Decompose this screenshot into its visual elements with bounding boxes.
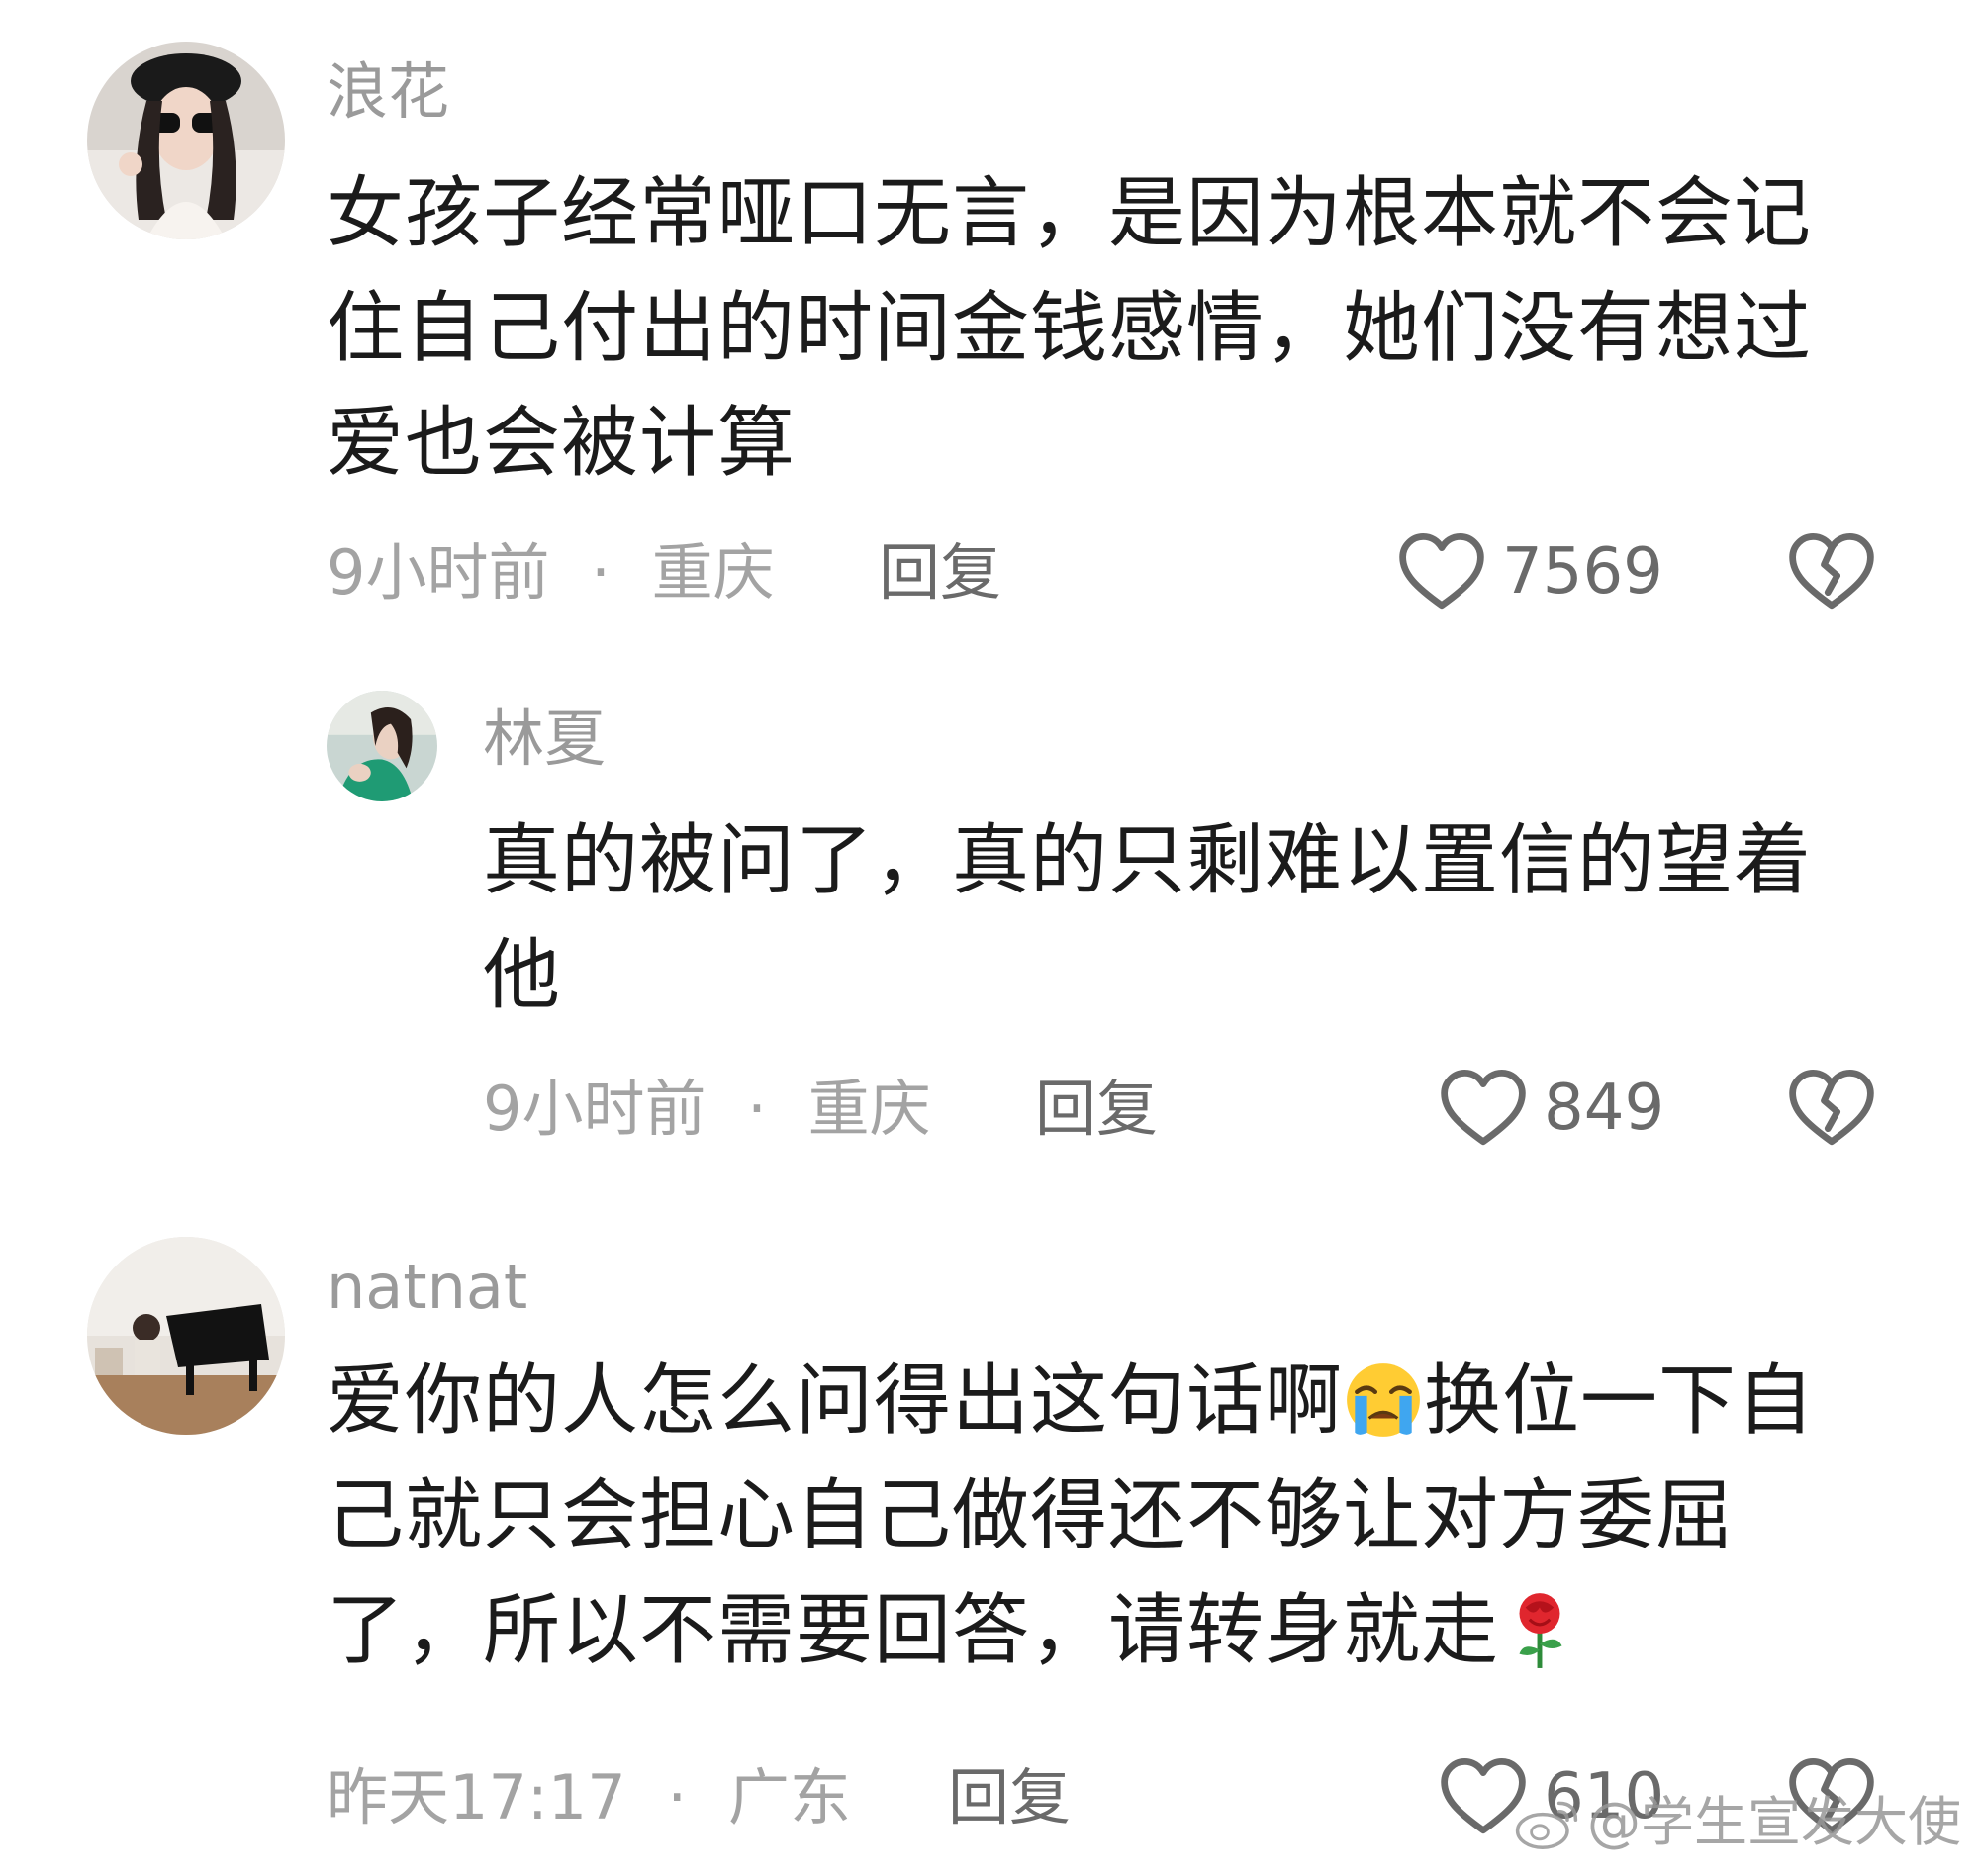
comment-time: 9小时前 xyxy=(327,536,550,609)
avatar[interactable] xyxy=(327,691,437,801)
heart-icon[interactable] xyxy=(1439,1066,1528,1151)
rose-icon xyxy=(1519,1593,1562,1668)
meta-separator: · xyxy=(667,1761,688,1833)
reply-comment-item: 林夏 真的被问了，真的只剩难以置信的望着他 9小时前 · 重庆 回复 849 xyxy=(0,643,1979,1197)
reply-button[interactable]: 回复 xyxy=(1035,1079,1158,1140)
meta-separator: · xyxy=(747,1073,767,1145)
like-count: 7569 xyxy=(1502,535,1663,609)
comment-text-part: 爱你的人怎么问得出这句话啊 xyxy=(327,1357,1344,1446)
avatar[interactable] xyxy=(87,1237,285,1435)
heart-icon[interactable] xyxy=(1397,529,1486,614)
comment-meta: 9小时前 · 重庆 xyxy=(327,542,775,604)
weibo-logo-icon xyxy=(1515,1801,1578,1849)
watermark: @学生宣发大使 xyxy=(1512,1795,1961,1850)
comment-text: 女孩子经常哑口无言，是因为根本就不会记住自己付出的时间金钱感情，她们没有想过爱也… xyxy=(327,169,1813,488)
avatar-image xyxy=(87,42,285,239)
comment-location: 重庆 xyxy=(651,536,775,609)
watermark-text: @学生宣发大使 xyxy=(1587,1791,1961,1853)
username[interactable]: 林夏 xyxy=(483,708,606,770)
comment-item: natnat 爱你的人怎么问得出这句话啊 换位一下自己就只会担心自己做得还不够让… xyxy=(0,1197,1979,1876)
comment-text: 真的被问了，真的只剩难以置信的望着他 xyxy=(483,816,1813,1020)
comment-location: 广东 xyxy=(727,1761,851,1833)
comment-location: 重庆 xyxy=(807,1073,931,1145)
broken-heart-icon[interactable] xyxy=(1787,1066,1876,1151)
comment-time: 9小时前 xyxy=(483,1073,707,1145)
comment-item: 浪花 女孩子经常哑口无言，是因为根本就不会记住自己付出的时间金钱感情，她们没有想… xyxy=(0,0,1979,643)
username[interactable]: natnat xyxy=(327,1257,527,1318)
avatar[interactable] xyxy=(87,42,285,239)
comment-meta: 9小时前 · 重庆 xyxy=(483,1079,931,1140)
avatar-image xyxy=(87,1237,285,1435)
reply-button[interactable]: 回复 xyxy=(879,542,1001,604)
meta-separator: · xyxy=(591,536,611,609)
comment-text: 爱你的人怎么问得出这句话啊 换位一下自己就只会担心自己做得还不够让对方委屈了，所… xyxy=(327,1344,1870,1688)
broken-heart-icon[interactable] xyxy=(1787,529,1876,614)
username[interactable]: 浪花 xyxy=(327,61,449,123)
like-count: 849 xyxy=(1544,1072,1665,1145)
avatar-image xyxy=(327,691,437,801)
comment-meta: 昨天17:17 · 广东 xyxy=(327,1767,851,1829)
loudly-crying-face-icon xyxy=(1347,1363,1420,1437)
reply-button[interactable]: 回复 xyxy=(948,1767,1071,1829)
comment-time: 昨天17:17 xyxy=(327,1761,626,1833)
